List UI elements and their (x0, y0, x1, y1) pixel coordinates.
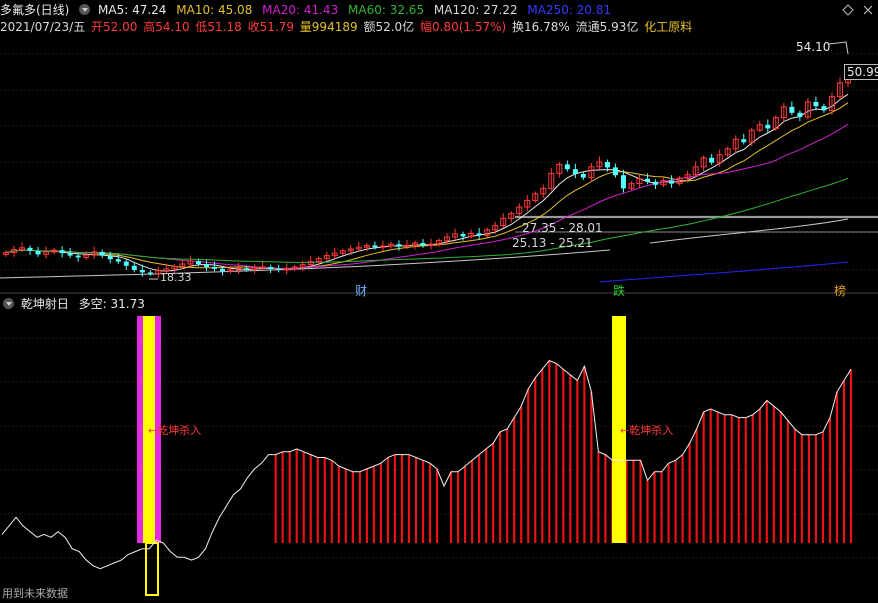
ma120-label: MA120: 27.22 (433, 3, 518, 17)
candle-body (27, 247, 33, 251)
ma250-label: MA250: 20.81 (527, 3, 612, 17)
footer-note: 用到未来数据 (2, 587, 68, 600)
candle-body (420, 243, 426, 246)
low-marker: 18.33 (160, 271, 192, 284)
quote-low: 低51.18 (195, 20, 242, 34)
ma20-label: MA20: 41.43 (262, 3, 339, 17)
candle-body (203, 264, 209, 267)
quote-amount: 额52.0亿 (363, 20, 415, 34)
candle-body (67, 253, 73, 256)
ma10-label: MA10: 45.08 (176, 3, 253, 17)
candle-body (259, 266, 266, 269)
quote-change: 幅0.80(1.57%) (420, 20, 507, 34)
high-marker-leader (828, 41, 849, 55)
dropdown-chevron-icon[interactable] (79, 4, 91, 15)
window-controls (842, 4, 873, 16)
candle-body (797, 112, 803, 117)
candle-body (139, 270, 145, 273)
indicator-chart (0, 316, 878, 596)
candle-body (59, 250, 65, 254)
candle-body (211, 267, 217, 269)
candle-body (741, 139, 747, 143)
candle-body (476, 233, 482, 236)
indicator-menu-icon[interactable] (3, 298, 14, 309)
indicator-header: 乾坤射日 多空: 31.73 (0, 296, 151, 312)
candle-body (604, 162, 610, 168)
quote-date: 2021/07/23/五 (0, 20, 86, 34)
candle-body (653, 181, 659, 185)
candle-body (268, 267, 274, 269)
close-x-icon[interactable] (863, 5, 873, 15)
candle-body (821, 106, 827, 111)
candle-body (669, 180, 675, 184)
range-label-2: 25.13 - 25.21 (512, 236, 593, 250)
candle-body (35, 250, 41, 255)
ma5-label: MA5: 47.24 (98, 3, 167, 17)
candle-body (612, 167, 618, 176)
quote-float-cap: 流通5.93亿 (575, 20, 639, 34)
candle-body (123, 261, 129, 266)
ma5-line (5, 93, 849, 272)
candle-body (765, 124, 771, 129)
candle-body (460, 234, 466, 237)
candle-body (564, 164, 570, 170)
signal-column (137, 316, 161, 596)
quote-volume: 量994189 (299, 20, 358, 34)
candle-body (372, 245, 378, 248)
quote-row: 2021/07/23/五 开52.00 高54.10 低51.18 收51.79… (0, 19, 698, 35)
quote-sector[interactable]: 化工原料 (644, 20, 692, 34)
candle-body (75, 255, 81, 258)
ma20-line (5, 123, 849, 269)
candle-body (131, 265, 137, 270)
candle-body (115, 259, 121, 262)
candle-body (220, 268, 226, 272)
collapse-diamond-icon[interactable] (842, 4, 854, 16)
range-label-1: 27.35 - 28.01 (522, 221, 603, 235)
signal-label-2: ←乾坤杀入 (620, 424, 674, 437)
candle-body (572, 169, 578, 174)
quote-turnover: 换16.78% (512, 20, 570, 34)
indicator-value: 多空: 31.73 (78, 297, 145, 311)
ma120-line-tail (649, 218, 849, 244)
quote-close: 收51.79 (247, 20, 294, 34)
event-bang-tag[interactable]: 榜 (834, 282, 846, 299)
ma10-line (5, 102, 849, 270)
candle-body (276, 268, 282, 270)
candle-body (396, 244, 402, 247)
price-chart (0, 41, 878, 294)
ma60-label: MA60: 32.65 (348, 3, 425, 17)
high-marker: 54.10 (796, 40, 831, 54)
candle-body (244, 268, 250, 270)
candle-body (195, 261, 201, 264)
stock-name[interactable]: 多氟多(日线) (0, 3, 69, 17)
candle-body (147, 272, 153, 274)
ma-legend: 多氟多(日线) MA5: 47.24 MA10: 45.08 MA20: 41.… (0, 2, 617, 18)
last-price-box: 50.99 (844, 64, 878, 80)
event-cai-tag[interactable]: 财 (355, 282, 367, 299)
candle-body (789, 106, 795, 113)
ma60-line (5, 177, 849, 263)
candle-body (99, 252, 105, 256)
candle-body (107, 255, 113, 260)
candle-body (813, 102, 819, 107)
ma250-line (599, 261, 849, 283)
candle-body (580, 174, 586, 178)
event-die-tag[interactable]: 跌 (613, 282, 625, 299)
candle-body (620, 175, 626, 189)
quote-open: 开52.00 (91, 20, 138, 34)
candle-body (709, 157, 715, 163)
candle-body (645, 178, 651, 182)
signal-label-1: ←乾坤杀入 (148, 424, 202, 437)
quote-high: 高54.10 (143, 20, 190, 34)
indicator-title[interactable]: 乾坤射日 (21, 297, 69, 311)
signal-yellow-tail (145, 542, 159, 596)
